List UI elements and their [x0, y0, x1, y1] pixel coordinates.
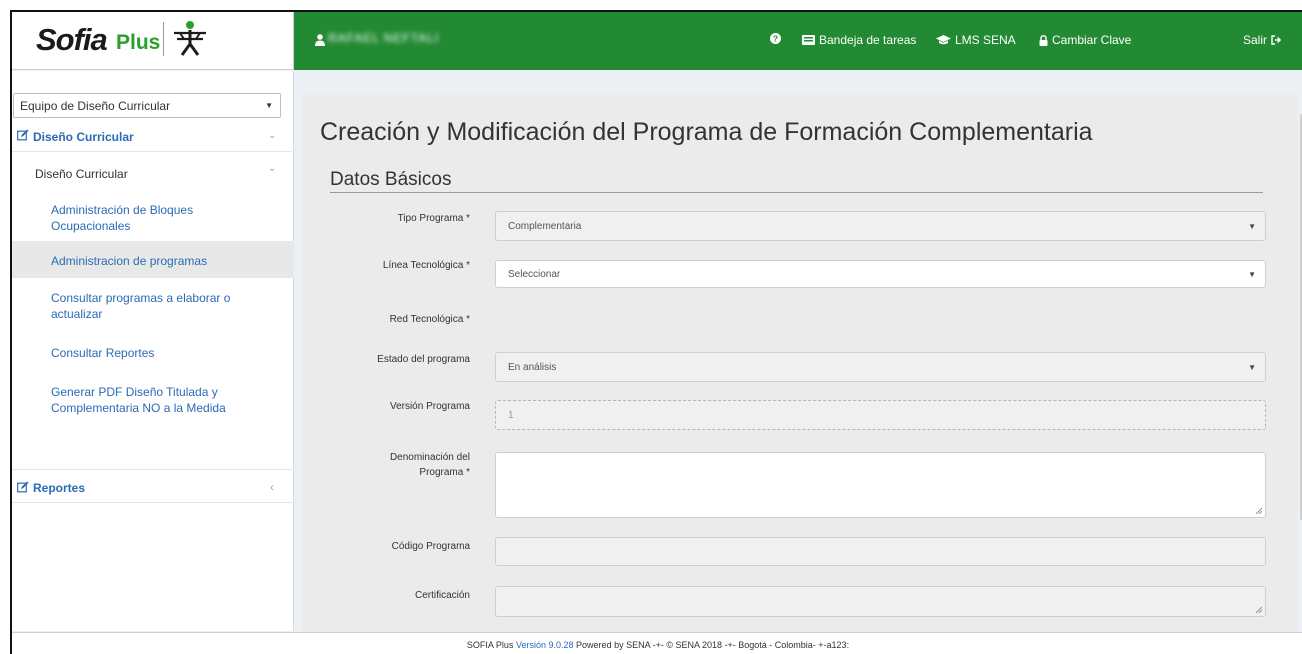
bandeja-tareas-link[interactable]: Bandeja de tareas	[802, 33, 916, 47]
sidebar-item-administracion-programas[interactable]: Administracion de programas	[12, 241, 294, 278]
footer-prefix: SOFIA Plus	[466, 640, 514, 650]
menu-diseno-curricular[interactable]: Diseño Curricular ⌄	[12, 120, 294, 152]
logo-area[interactable]: Sofia Plus	[12, 12, 294, 70]
submenu-diseno-curricular-label: Diseño Curricular	[35, 167, 128, 181]
red-tecnologica-label: Red Tecnológica *	[389, 314, 470, 325]
caret-down-icon: ▼	[1248, 269, 1256, 279]
lms-sena-label: LMS SENA	[955, 33, 1016, 47]
linea-tecnologica-select[interactable]: Seleccionar ▼	[495, 260, 1266, 288]
menu-diseno-curricular-label: Diseño Curricular	[33, 130, 134, 144]
footer-version-text: Versión	[515, 640, 546, 650]
help-button[interactable]: ?	[770, 33, 781, 44]
cambiar-clave-link[interactable]: Cambiar Clave	[1039, 33, 1131, 47]
sidebar-item-consultar-programas[interactable]: Consultar programas a elaborar o actuali…	[12, 278, 294, 334]
denominacion-label: Denominación del Programa *	[330, 450, 470, 480]
logo-plus-text: Plus	[116, 31, 161, 54]
app-window: Sofia Plus RAFAEL NEFTALI ? Bandeja de t…	[10, 10, 1302, 654]
version-programa-field: 1	[495, 400, 1266, 430]
menu-reportes[interactable]: Reportes ‹	[12, 469, 294, 503]
bandeja-tareas-label: Bandeja de tareas	[819, 33, 917, 47]
tipo-programa-label: Tipo Programa *	[397, 213, 470, 224]
sidebar-item-bloques-ocupacionales[interactable]: Administración de Bloques Ocupacionales	[12, 193, 294, 241]
page-frame: Sofia Plus RAFAEL NEFTALI ? Bandeja de t…	[0, 0, 1302, 654]
codigo-programa-field	[495, 537, 1266, 566]
tipo-programa-select[interactable]: Complementaria ▼	[495, 211, 1266, 241]
graduation-cap-icon	[936, 35, 951, 45]
sidebar-item-label: Administracion de programas	[51, 254, 208, 268]
tipo-programa-value: Complementaria	[508, 220, 582, 232]
resize-handle-icon[interactable]	[1255, 507, 1262, 514]
certificacion-label: Certificación	[414, 590, 470, 601]
menu-reportes-label: Reportes	[33, 481, 86, 495]
sidebar-item-label: Generar PDF Diseño Titulada y Complement…	[51, 385, 226, 415]
sidebar-item-consultar-reportes[interactable]: Consultar Reportes	[12, 334, 294, 372]
caret-down-icon: ▼	[1248, 362, 1256, 372]
estado-programa-label: Estado del programa	[377, 354, 470, 365]
chevron-down-icon: ⌄	[268, 163, 277, 174]
caret-down-icon: ▼	[265, 101, 273, 110]
footer: SOFIA Plus Versión 9.0.28 Powered by SEN…	[12, 632, 1302, 654]
sidebar-item-label: Consultar Reportes	[51, 346, 155, 360]
section-divider	[330, 192, 1263, 193]
salir-link[interactable]: Salir	[1243, 33, 1282, 47]
salir-label: Salir	[1243, 33, 1268, 47]
linea-tecnologica-label: Línea Tecnológica *	[382, 260, 470, 271]
estado-programa-select[interactable]: En análisis ▼	[495, 352, 1266, 382]
page-title: Creación y Modificación del Programa de …	[320, 118, 1093, 146]
codigo-programa-label: Código Programa	[391, 541, 470, 552]
inbox-icon	[802, 35, 815, 45]
estado-programa-value: En análisis	[508, 361, 557, 373]
top-navbar: RAFAEL NEFTALI ? Bandeja de tareas LMS S…	[294, 12, 1302, 70]
caret-down-icon: ▼	[1248, 221, 1256, 231]
version-programa-label: Versión Programa	[389, 401, 470, 412]
sena-logo-icon	[174, 21, 206, 56]
lms-sena-link[interactable]: LMS SENA	[936, 33, 1016, 47]
edit-icon	[17, 481, 29, 493]
resize-handle-icon[interactable]	[1255, 606, 1262, 613]
cambiar-clave-label: Cambiar Clave	[1052, 33, 1132, 47]
denominacion-label-line2: Programa *	[419, 467, 470, 478]
logo-sofia-text: Sofia	[36, 22, 108, 57]
lock-icon	[1039, 34, 1048, 46]
edit-icon	[17, 129, 29, 141]
sidebar: Equipo de Diseño Curricular ▼ Diseño Cur…	[12, 71, 294, 631]
sidebar-item-generar-pdf[interactable]: Generar PDF Diseño Titulada y Complement…	[12, 372, 294, 468]
chevron-left-icon: ‹	[270, 480, 274, 494]
logo-divider	[163, 22, 164, 56]
team-select-value: Equipo de Diseño Curricular	[20, 99, 171, 113]
footer-suffix: Powered by SENA -+- © SENA 2018 -+- Bogo…	[576, 640, 850, 650]
denominacion-label-line1: Denominación del	[389, 452, 470, 463]
sign-out-icon	[1271, 35, 1282, 45]
linea-tecnologica-value: Seleccionar	[508, 268, 561, 280]
user-icon	[315, 34, 325, 46]
sidebar-item-label: Consultar programas a elaborar o actuali…	[51, 291, 231, 321]
version-programa-value: 1	[508, 409, 514, 421]
certificacion-field	[495, 586, 1266, 617]
denominacion-textarea[interactable]	[495, 452, 1266, 518]
help-icon: ?	[770, 33, 781, 44]
team-select[interactable]: Equipo de Diseño Curricular ▼	[13, 93, 281, 118]
submenu-diseno-curricular[interactable]: Diseño Curricular ⌄	[12, 153, 294, 193]
sidebar-item-label: Administración de Bloques Ocupacionales	[51, 203, 194, 233]
svg-text:?: ?	[773, 34, 778, 44]
user-name[interactable]: RAFAEL NEFTALI	[328, 31, 439, 45]
footer-version-link[interactable]: 9.0.28	[549, 640, 574, 650]
chevron-down-icon: ⌄	[268, 130, 277, 141]
section-title: Datos Básicos	[330, 169, 452, 190]
